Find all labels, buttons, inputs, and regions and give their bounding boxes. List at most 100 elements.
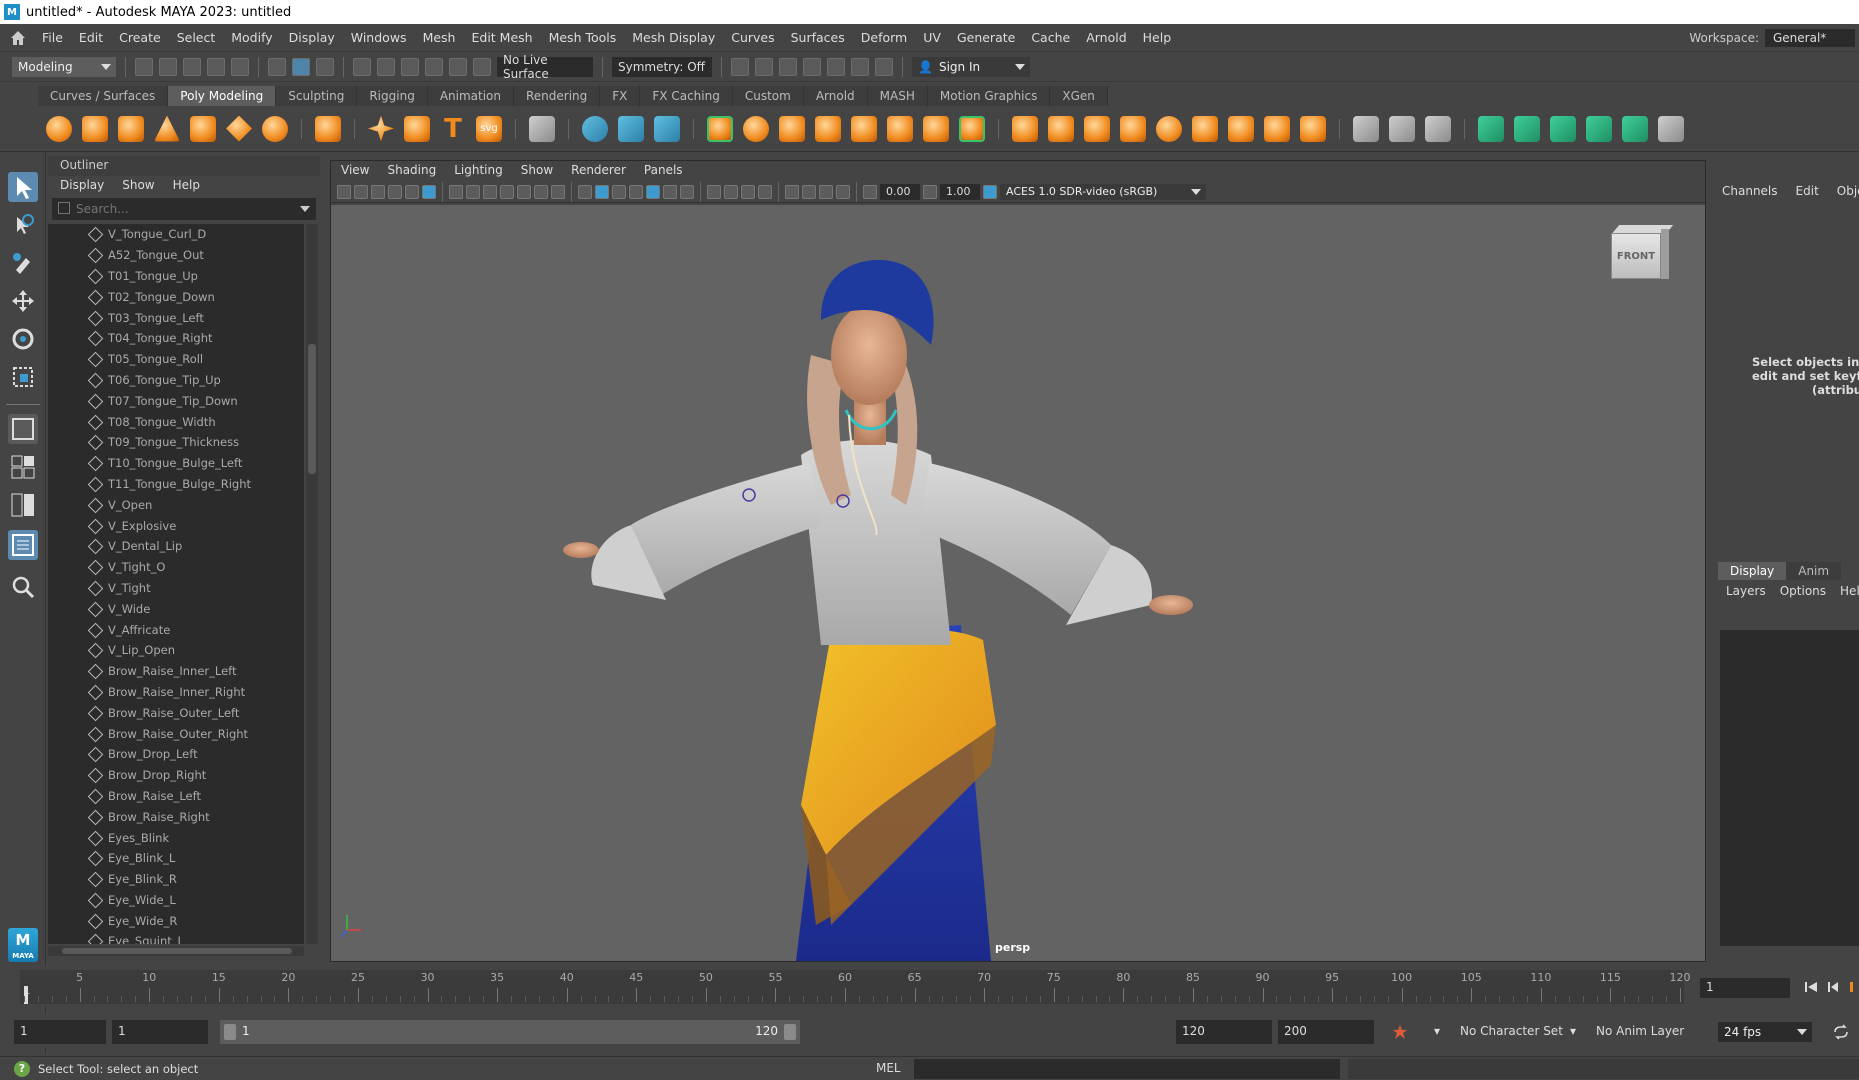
offset-loop-icon[interactable] [1228, 115, 1254, 142]
outliner-item[interactable]: T06_Tongue_Tip_Up [48, 370, 304, 391]
extract-icon[interactable] [779, 115, 805, 142]
ipr-render-icon[interactable] [779, 57, 797, 76]
move-tool-icon[interactable] [8, 286, 38, 316]
view-cube-side[interactable] [1661, 229, 1669, 279]
loop-playback-icon[interactable] [1832, 1024, 1850, 1040]
viewport-menu-show[interactable]: Show [521, 163, 553, 179]
poly-cone-icon[interactable] [154, 115, 180, 142]
outliner-item[interactable]: V_Tight [48, 578, 304, 599]
multi-cut-icon[interactable] [1300, 115, 1326, 142]
outliner-item[interactable]: T08_Tongue_Width [48, 411, 304, 432]
range-start-handle[interactable] [224, 1024, 236, 1040]
tab-display[interactable]: Display [1718, 562, 1787, 580]
text-tool-icon[interactable]: T [440, 114, 466, 144]
script-language-toggle[interactable]: MEL [876, 1061, 901, 1075]
outliner-item[interactable]: Brow_Raise_Left [48, 786, 304, 807]
menu-edit[interactable]: Edit [71, 30, 111, 45]
auto-seams-icon[interactable] [1622, 115, 1648, 142]
sign-in-button[interactable]: 👤 Sign In [912, 56, 1030, 77]
view-cube[interactable]: FRONT [1610, 225, 1674, 279]
step-back-icon[interactable] [1826, 980, 1840, 994]
snap-curve-icon[interactable] [377, 57, 395, 76]
bookmarks-icon[interactable] [371, 184, 385, 199]
backface-culling-icon[interactable] [836, 184, 850, 199]
select-camera-icon[interactable] [337, 184, 351, 199]
workspace-dropdown[interactable]: General* [1765, 28, 1855, 47]
combine-icon[interactable] [707, 115, 733, 142]
character-set-dropdown[interactable]: No Character Set [1456, 1022, 1576, 1042]
outliner-item[interactable]: T09_Tongue_Thickness [48, 432, 304, 453]
tab-curves-surfaces[interactable]: Curves / Surfaces [38, 86, 169, 106]
outliner-menu-help[interactable]: Help [173, 178, 200, 194]
viewport-menu-view[interactable]: View [341, 163, 369, 179]
wireframe-on-shaded-icon[interactable] [612, 184, 626, 199]
resolution-gate-icon[interactable] [483, 184, 497, 199]
tab-xgen[interactable]: XGen [1050, 86, 1108, 106]
outliner-item[interactable]: T01_Tongue_Up [48, 266, 304, 287]
menu-modify[interactable]: Modify [223, 30, 280, 45]
two-d-pan-zoom-icon[interactable] [405, 184, 419, 199]
outliner-item[interactable]: V_Tongue_Curl_D [48, 224, 304, 245]
make-hole-icon[interactable] [1192, 115, 1218, 142]
smooth-icon[interactable] [851, 115, 877, 142]
select-component-icon[interactable] [316, 57, 334, 76]
measure-icon[interactable] [582, 115, 608, 142]
outliner-toggle-icon[interactable] [8, 530, 38, 560]
outliner-item[interactable]: Brow_Raise_Inner_Left [48, 661, 304, 682]
uv-editor-icon[interactable] [1478, 115, 1504, 142]
safe-title-icon[interactable] [551, 184, 565, 199]
outliner-item[interactable]: T03_Tongue_Left [48, 307, 304, 328]
image-plane-icon[interactable] [388, 184, 402, 199]
poly-torus-icon[interactable] [190, 115, 216, 142]
menu-set-dropdown[interactable]: Modeling [12, 56, 116, 77]
bridge-icon[interactable] [1048, 115, 1074, 142]
multisample-aa-icon[interactable] [724, 184, 738, 199]
outliner-item[interactable]: Eye_Wide_L [48, 890, 304, 911]
type-grid-icon[interactable] [529, 115, 555, 142]
menu-display[interactable]: Display [281, 30, 343, 45]
outliner-vertical-scrollbar[interactable] [306, 224, 318, 944]
poly-plane-icon[interactable] [226, 115, 252, 142]
smooth-shade-icon[interactable] [595, 184, 609, 199]
target-weld-icon[interactable] [1389, 115, 1415, 142]
menu-cache[interactable]: Cache [1023, 30, 1078, 45]
channel-box-menu-channels[interactable]: Channels [1722, 184, 1778, 198]
menu-edit-mesh[interactable]: Edit Mesh [463, 30, 540, 45]
outliner-item[interactable]: Brow_Raise_Inner_Right [48, 682, 304, 703]
menu-uv[interactable]: UV [915, 30, 949, 45]
render-view-icon[interactable] [731, 57, 749, 76]
paint-select-tool-icon[interactable] [8, 248, 38, 278]
lasso-tool-icon[interactable] [8, 210, 38, 240]
outliner-item[interactable]: Brow_Raise_Outer_Left [48, 702, 304, 723]
retopologize-icon[interactable] [959, 115, 985, 142]
exposure-field[interactable]: 0.00 [880, 183, 920, 200]
time-slider-track[interactable]: 1 51015202530354045505560657075808590951… [20, 970, 1691, 1004]
transfer-attributes-icon[interactable] [1658, 115, 1684, 142]
scrollbar-thumb[interactable] [62, 948, 292, 954]
tab-fx-caching[interactable]: FX Caching [640, 86, 733, 106]
outliner-item[interactable]: A52_Tongue_Out [48, 245, 304, 266]
render-settings-icon[interactable] [803, 57, 821, 76]
menu-arnold[interactable]: Arnold [1078, 30, 1134, 45]
tab-fx[interactable]: FX [600, 86, 641, 106]
tab-custom[interactable]: Custom [732, 86, 804, 106]
outliner-item[interactable]: V_Affricate [48, 619, 304, 640]
range-end-handle[interactable] [784, 1024, 796, 1040]
tab-rendering[interactable]: Rendering [514, 86, 601, 106]
connect-tool-icon[interactable] [1425, 115, 1451, 142]
viewport-menu-shading[interactable]: Shading [387, 163, 436, 179]
film-gate-icon[interactable] [466, 184, 480, 199]
scrollbar-thumb[interactable] [308, 344, 316, 474]
tab-anim[interactable]: Anim [1786, 562, 1842, 580]
outliner-item[interactable]: Eye_Blink_R [48, 869, 304, 890]
outliner-item[interactable]: V_Lip_Open [48, 640, 304, 661]
tab-rigging[interactable]: Rigging [357, 86, 428, 106]
menu-generate[interactable]: Generate [949, 30, 1023, 45]
character-model[interactable] [331, 205, 1705, 961]
sweep-mesh-icon[interactable] [404, 115, 430, 142]
channel-box-menu-edit[interactable]: Edit [1796, 184, 1819, 198]
snap-point-icon[interactable] [401, 57, 419, 76]
center-pivot-icon[interactable] [654, 115, 680, 142]
textured-icon[interactable] [629, 184, 643, 199]
render-setup-icon[interactable] [851, 57, 869, 76]
